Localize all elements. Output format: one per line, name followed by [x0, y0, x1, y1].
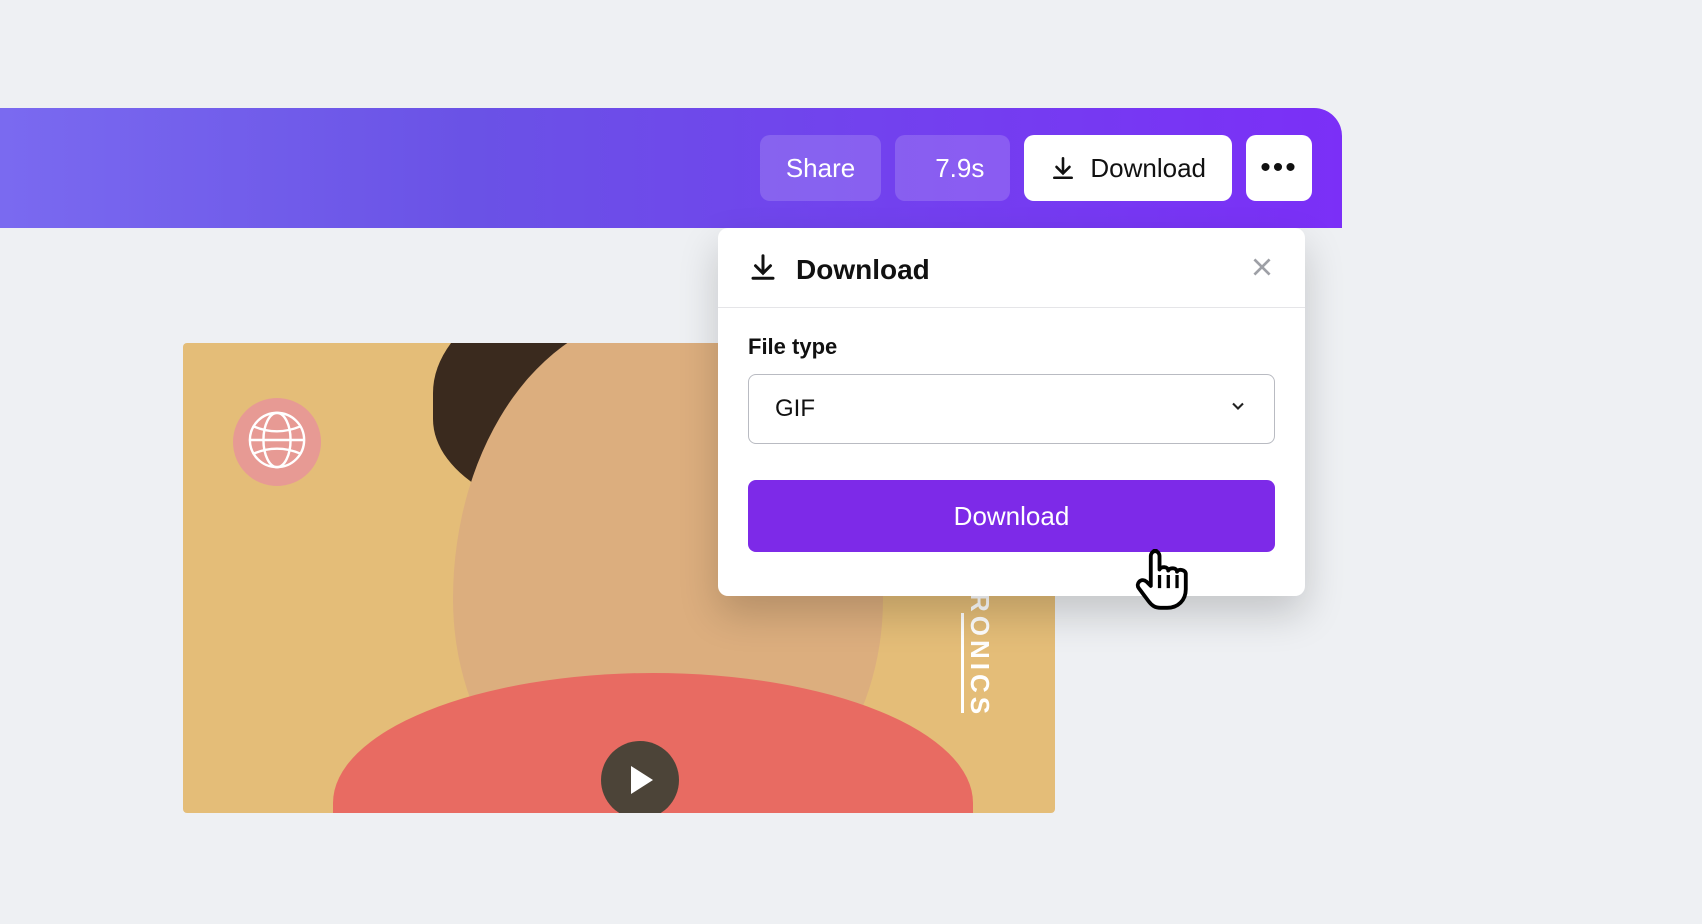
dialog-header: Download [718, 228, 1305, 308]
duration-label: 7.9s [935, 153, 984, 184]
dialog-body: File type GIF Download [718, 308, 1305, 582]
file-type-value: GIF [775, 395, 815, 423]
download-label: Download [1090, 153, 1206, 184]
more-button[interactable]: ••• [1246, 135, 1312, 201]
more-icon: ••• [1260, 151, 1298, 185]
download-icon [1050, 155, 1076, 181]
file-type-select[interactable]: GIF [748, 374, 1275, 444]
globe-badge [233, 398, 321, 486]
chevron-down-icon [1228, 395, 1248, 423]
download-icon [748, 252, 778, 287]
download-button[interactable]: Download [1024, 135, 1232, 201]
share-label: Share [786, 153, 855, 184]
download-cta-label: Download [954, 501, 1070, 532]
download-dialog: Download File type GIF Download [718, 228, 1305, 596]
close-icon [1249, 267, 1275, 284]
preview-duration-button[interactable]: 7.9s [895, 135, 1010, 201]
side-brand-text: RONICS [961, 593, 995, 718]
file-type-label: File type [748, 334, 1275, 360]
cursor-pointer-icon [1130, 540, 1200, 610]
canvas-play-button[interactable] [601, 741, 679, 813]
dialog-title: Download [796, 254, 1231, 286]
close-button[interactable] [1249, 254, 1275, 285]
globe-icon [246, 409, 308, 476]
share-button[interactable]: Share [760, 135, 881, 201]
top-toolbar: Share 7.9s Download ••• [0, 108, 1342, 228]
